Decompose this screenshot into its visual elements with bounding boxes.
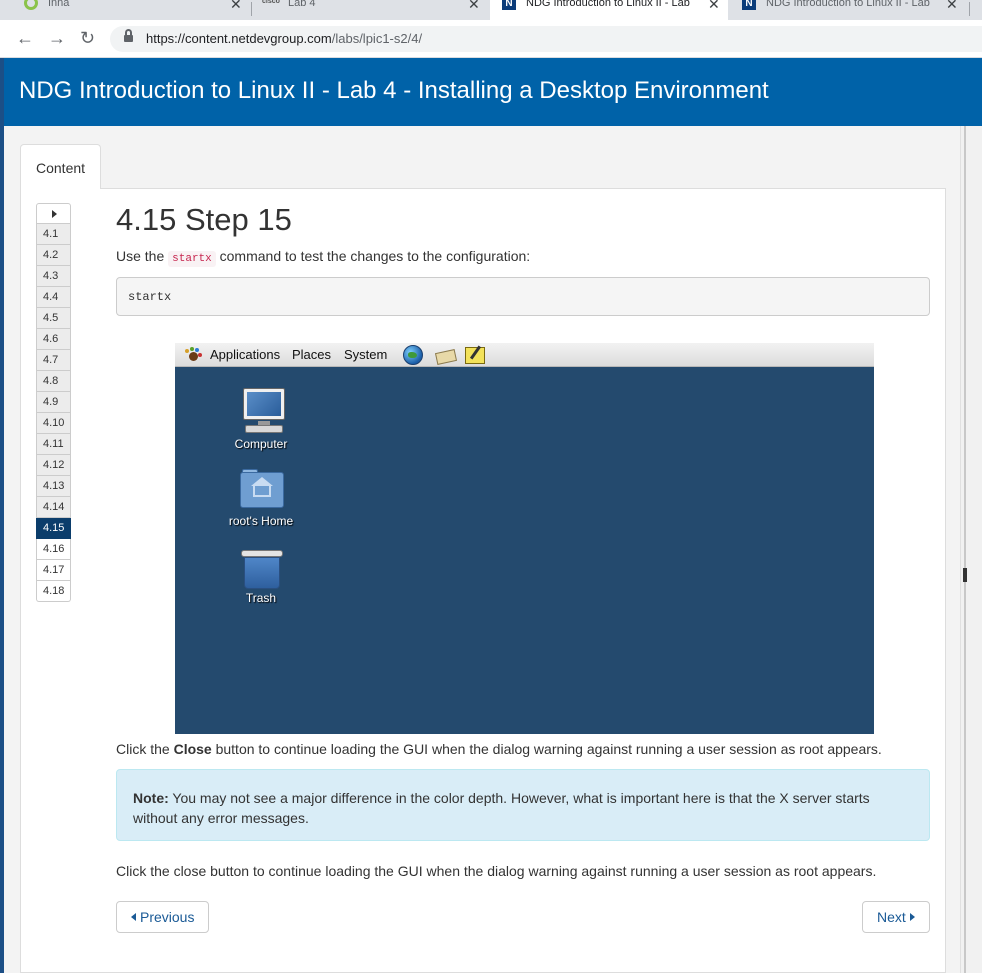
desktop-icon-computer[interactable]: Computer (216, 387, 306, 457)
tab-title: NDG Introduction to Linux II - Lab (526, 0, 690, 9)
step-item-4-1[interactable]: 4.1 (36, 224, 71, 245)
step-item-4-17[interactable]: 4.17 (36, 560, 71, 581)
step-item-4-8[interactable]: 4.8 (36, 371, 71, 392)
page-scrollbar[interactable] (960, 126, 982, 973)
step-item-4-18[interactable]: 4.18 (36, 581, 71, 602)
menu-applications[interactable]: Applications (210, 347, 280, 362)
closing-text: Click the close button to continue loadi… (116, 863, 877, 879)
step-item-4-13[interactable]: 4.13 (36, 476, 71, 497)
next-button[interactable]: Next (862, 901, 930, 933)
ring-icon (24, 0, 38, 10)
note-text: Note: You may not see a major difference… (133, 790, 870, 826)
caret-left-icon (131, 913, 136, 921)
browser-toolbar: ← → ↻ https://content.netdevgroup.com/la… (0, 20, 982, 58)
reload-icon[interactable]: ↻ (80, 28, 95, 48)
computer-icon (241, 387, 287, 435)
tab-content-label: Content (36, 160, 86, 176)
menu-system[interactable]: System (344, 347, 387, 362)
browser-tab-inna[interactable]: Inna ✕ (0, 0, 250, 20)
page-title: 4.15 Step 15 (116, 202, 292, 237)
instruction-text: Click the Close button to continue loadi… (116, 741, 882, 757)
close-icon[interactable]: ✕ (230, 0, 242, 13)
step-item-4-9[interactable]: 4.9 (36, 392, 71, 413)
home-folder-icon (240, 469, 284, 508)
step-item-4-7[interactable]: 4.7 (36, 350, 71, 371)
step-item-4-2[interactable]: 4.2 (36, 245, 71, 266)
tab-title: Inna (48, 0, 70, 9)
mail-icon[interactable] (434, 346, 458, 365)
panel-border (100, 188, 946, 189)
back-arrow-icon[interactable]: ← (16, 28, 34, 48)
tab-separator (969, 2, 970, 16)
scroll-marker[interactable] (963, 568, 967, 582)
lab-header: NDG Introduction to Linux II - Lab 4 - I… (4, 58, 982, 126)
close-icon[interactable]: ✕ (468, 0, 480, 13)
step-item-4-12[interactable]: 4.12 (36, 455, 71, 476)
desktop-icon-home[interactable]: root's Home (216, 469, 306, 532)
scrollbar-track (964, 126, 966, 973)
ndg-icon: N (742, 0, 756, 10)
code-block: startx (116, 277, 930, 316)
tab-content[interactable]: Content (20, 144, 101, 189)
browser-tab-lab4[interactable]: cisco Lab 4 ✕ (252, 0, 488, 20)
intro-text: Use the startx command to test the chang… (116, 248, 531, 267)
trash-icon (241, 550, 283, 590)
step-item-4-15[interactable]: 4.15 (36, 518, 71, 539)
browser-tab-ndg[interactable]: N NDG Introduction to Linux II - Lab ✕ (730, 0, 968, 20)
caret-right-icon (52, 210, 57, 218)
forward-arrow-icon[interactable]: → (48, 28, 66, 48)
step-item-4-6[interactable]: 4.6 (36, 329, 71, 350)
gnome-foot-icon (184, 347, 202, 363)
step-navigator: 4.1 4.2 4.3 4.4 4.5 4.6 4.7 4.8 4.9 4.10 4.11 4.12 4… (36, 203, 71, 602)
desktop-icon-label: root's Home (228, 514, 294, 528)
step-item-4-3[interactable]: 4.3 (36, 266, 71, 287)
text-editor-icon[interactable] (465, 345, 487, 365)
step-item-4-11[interactable]: 4.11 (36, 434, 71, 455)
close-icon[interactable]: ✕ (946, 0, 958, 13)
step-item-4-10[interactable]: 4.10 (36, 413, 71, 434)
web-browser-icon[interactable] (403, 345, 423, 365)
desktop-icon-label: Computer (234, 437, 288, 451)
previous-button[interactable]: Previous (116, 901, 209, 933)
desktop-screenshot: Applications Places System Computer root… (175, 343, 874, 734)
lab-title: NDG Introduction to Linux II - Lab 4 - I… (19, 77, 769, 104)
code-block-text: startx (128, 290, 172, 304)
gnome-top-panel: Applications Places System (175, 343, 874, 367)
step-item-4-5[interactable]: 4.5 (36, 308, 71, 329)
lock-icon (124, 29, 133, 42)
browser-tab-strip: Inna ✕ cisco Lab 4 ✕ N NDG Introduction … (0, 0, 982, 20)
menu-places[interactable]: Places (292, 347, 331, 362)
note-callout: Note: You may not see a major difference… (116, 769, 930, 841)
desktop-icon-label: Trash (245, 591, 277, 605)
cisco-icon: cisco (262, 0, 280, 5)
browser-tab-ndg-active[interactable]: N NDG Introduction to Linux II - Lab ✕ (490, 0, 728, 20)
caret-right-icon (909, 913, 915, 921)
desktop-icon-trash[interactable]: Trash (216, 550, 306, 610)
tab-title: Lab 4 (288, 0, 316, 9)
step-item-4-16[interactable]: 4.16 (36, 539, 71, 560)
step-item-4-4[interactable]: 4.4 (36, 287, 71, 308)
close-icon[interactable]: ✕ (708, 0, 720, 13)
url-text: https://content.netdevgroup.com/labs/lpi… (146, 31, 423, 46)
ndg-icon: N (502, 0, 516, 10)
inline-code: startx (168, 251, 216, 267)
step-item-4-14[interactable]: 4.14 (36, 497, 71, 518)
address-bar[interactable]: https://content.netdevgroup.com/labs/lpi… (110, 26, 982, 52)
tab-title: NDG Introduction to Linux II - Lab (766, 0, 930, 9)
step-list-toggle[interactable] (36, 203, 71, 224)
